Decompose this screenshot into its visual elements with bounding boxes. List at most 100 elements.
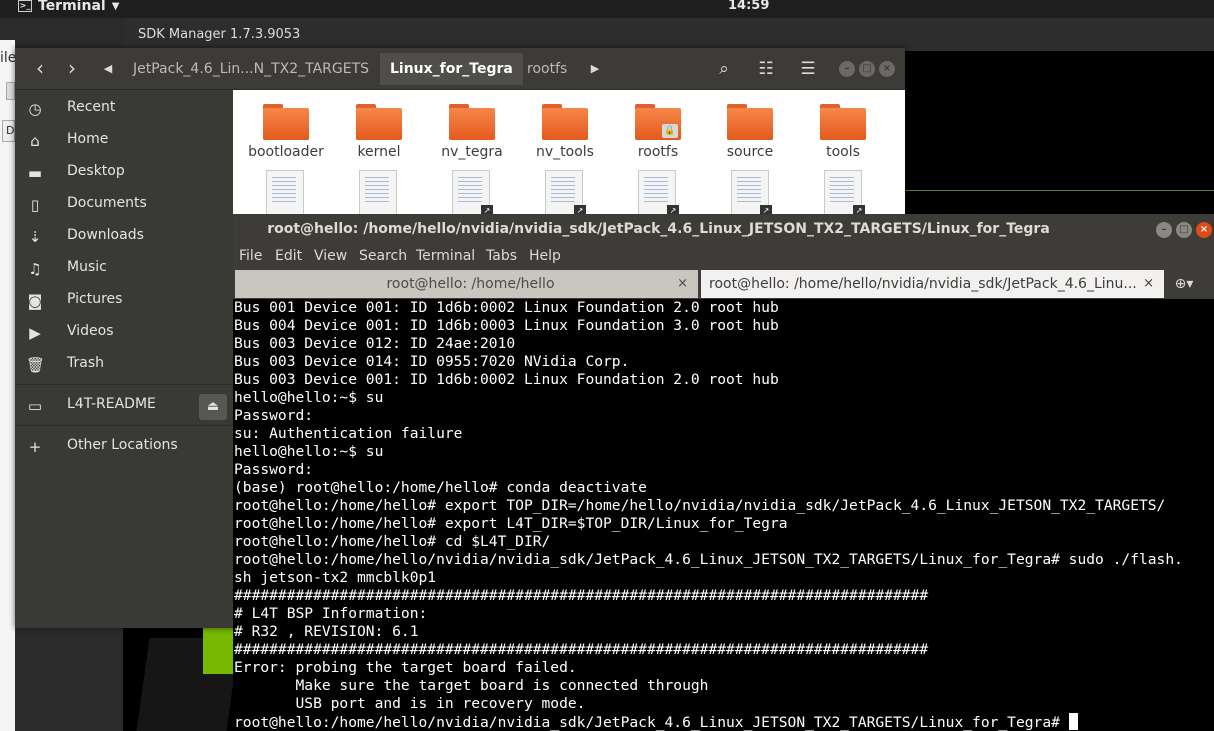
folder-rootfs[interactable]: 🔒 rootfs <box>613 104 703 164</box>
places-sidebar: ◷ Recent ⌂ Home ▬ Desktop ▯ Documents ⇣ … <box>15 90 233 628</box>
sidebar-item-pictures[interactable]: ◙ Pictures <box>15 285 233 317</box>
tab-home-hello[interactable]: root@hello: /home/hello × <box>235 270 698 298</box>
trash-icon: 🗑 <box>26 356 46 374</box>
file-link-icon[interactable]: ↗ <box>824 170 865 217</box>
eject-button[interactable]: ⏏ <box>199 394 227 420</box>
sidebar-separator <box>15 425 233 426</box>
new-tab-icon: ⊕▾ <box>1174 276 1194 292</box>
folder-name: nv_tegra <box>441 144 503 160</box>
video-icon: ▶ <box>29 324 41 342</box>
close-icon[interactable]: × <box>1143 270 1154 298</box>
menu-button[interactable]: ☰ <box>789 53 827 85</box>
sidebar-item-label: Downloads <box>67 227 144 243</box>
sidebar-item-downloads[interactable]: ⇣ Downloads <box>15 221 233 253</box>
sidebar-item-other-locations[interactable]: + Other Locations <box>15 431 233 463</box>
file-link-icon[interactable]: ↗ <box>731 170 772 217</box>
sidebar-item-label: Videos <box>67 323 114 339</box>
view-toggle-button[interactable]: ☷ <box>747 53 785 85</box>
terminal-output[interactable]: Bus 001 Device 001: ID 1d6b:0002 Linux F… <box>234 299 1214 731</box>
minimize-button[interactable]: – <box>839 61 855 77</box>
menu-edit[interactable]: Edit <box>275 248 302 264</box>
terminal-tabbar: root@hello: /home/hello × root@hello: /h… <box>233 269 1214 299</box>
breadcrumb-rootfs[interactable]: rootfs <box>517 53 577 85</box>
sidebar-separator <box>15 384 233 385</box>
terminal-close-button[interactable]: × <box>1196 222 1212 238</box>
tab-label: root@hello: /home/hello <box>386 276 555 292</box>
menu-view[interactable]: View <box>314 248 347 264</box>
sidebar-item-label: Documents <box>67 195 147 211</box>
sidebar-item-music[interactable]: ♫ Music <box>15 253 233 285</box>
forward-button[interactable]: › <box>57 54 87 84</box>
sidebar-item-label: Recent <box>67 99 116 115</box>
desktop-folder-icon: ▬ <box>27 164 43 182</box>
folder-icon <box>727 104 773 140</box>
sidebar-item-desktop[interactable]: ▬ Desktop <box>15 157 233 189</box>
new-tab-button[interactable]: ⊕▾ <box>1171 273 1197 295</box>
drive-icon: ▭ <box>27 397 43 415</box>
sidebar-item-home[interactable]: ⌂ Home <box>15 125 233 157</box>
folder-icon <box>820 104 866 140</box>
sidebar-item-documents[interactable]: ▯ Documents <box>15 189 233 221</box>
terminal-window: root@hello: /home/hello/nvidia/nvidia_sd… <box>233 214 1214 731</box>
folder-icon <box>263 104 309 140</box>
crumb-right-arrow[interactable]: ▶ <box>588 53 602 85</box>
list-view-icon: ☷ <box>758 59 774 79</box>
eject-icon: ⏏ <box>206 399 220 414</box>
menu-search[interactable]: Search <box>359 248 407 264</box>
folder-name: bootloader <box>248 144 324 160</box>
sidebar-item-recent[interactable]: ◷ Recent <box>15 93 233 125</box>
folder-nv-tools[interactable]: nv_tools <box>520 104 610 164</box>
divider <box>903 190 1214 191</box>
breadcrumb-jetpack[interactable]: JetPack_4.6_Lin...N_TX2_TARGETS <box>123 53 379 85</box>
back-button[interactable]: ‹ <box>25 54 55 84</box>
background-window-edge: ile D <box>0 40 17 731</box>
folder-bootloader[interactable]: bootloader <box>241 104 331 164</box>
file-link-icon[interactable]: ↗ <box>452 170 493 217</box>
clock-icon: ◷ <box>28 100 42 118</box>
folder-nv-tegra[interactable]: nv_tegra <box>427 104 517 164</box>
sidebar-item-trash[interactable]: 🗑 Trash <box>15 349 233 381</box>
partial-label: ile <box>0 50 17 66</box>
file-manager-header: ‹ › ◀ JetPack_4.6_Lin...N_TX2_TARGETS Li… <box>15 48 905 90</box>
terminal-minimize-button[interactable]: – <box>1156 222 1172 238</box>
folder-icon <box>449 104 495 140</box>
menu-tabs[interactable]: Tabs <box>486 248 517 264</box>
sidebar-item-label: Home <box>67 131 109 147</box>
folder-name: rootfs <box>637 144 679 160</box>
close-button[interactable]: × <box>879 61 895 77</box>
search-icon: ⌕ <box>719 59 729 79</box>
close-icon[interactable]: × <box>677 270 688 298</box>
partial-button[interactable]: D <box>2 120 15 142</box>
sidebar-item-videos[interactable]: ▶ Videos <box>15 317 233 349</box>
hamburger-icon: ☰ <box>800 59 816 79</box>
folder-name: kernel <box>357 144 401 160</box>
folder-kernel[interactable]: kernel <box>334 104 424 164</box>
breadcrumb-linux-for-tegra[interactable]: Linux_for_Tegra <box>380 53 523 85</box>
search-button[interactable]: ⌕ <box>705 53 743 85</box>
menu-help[interactable]: Help <box>529 248 561 264</box>
folder-source[interactable]: source <box>705 104 795 164</box>
music-icon: ♫ <box>28 260 42 278</box>
file-link-icon[interactable]: ↗ <box>638 170 679 217</box>
crumb-left-arrow[interactable]: ◀ <box>101 53 115 85</box>
tab-label: root@hello: /home/hello/nvidia/nvidia_sd… <box>709 276 1137 292</box>
file-link-icon[interactable]: ↗ <box>545 170 586 217</box>
maximize-button[interactable]: □ <box>859 61 875 77</box>
terminal-menubar: File Edit View Search Terminal Tabs Help <box>233 245 1214 269</box>
download-icon: ⇣ <box>28 228 42 246</box>
file-icon[interactable] <box>266 170 304 216</box>
menu-terminal[interactable]: Terminal <box>416 248 475 264</box>
terminal-maximize-button[interactable]: □ <box>1176 222 1192 238</box>
tab-linux-for-tegra[interactable]: root@hello: /home/hello/nvidia/nvidia_sd… <box>701 270 1164 298</box>
folder-tools[interactable]: tools <box>798 104 888 164</box>
sidebar-item-label: Trash <box>67 355 104 371</box>
home-icon: ⌂ <box>30 132 40 150</box>
document-icon: ▯ <box>30 196 40 214</box>
sidebar-item-label: Music <box>67 259 107 275</box>
folder-name: nv_tools <box>536 144 594 160</box>
file-icon[interactable] <box>359 170 397 216</box>
menu-file[interactable]: File <box>239 248 262 264</box>
app-menu[interactable]: >_ Terminal ▼ <box>18 0 119 14</box>
clock[interactable]: 14:59 <box>728 0 769 13</box>
camera-icon: ◙ <box>27 292 43 310</box>
